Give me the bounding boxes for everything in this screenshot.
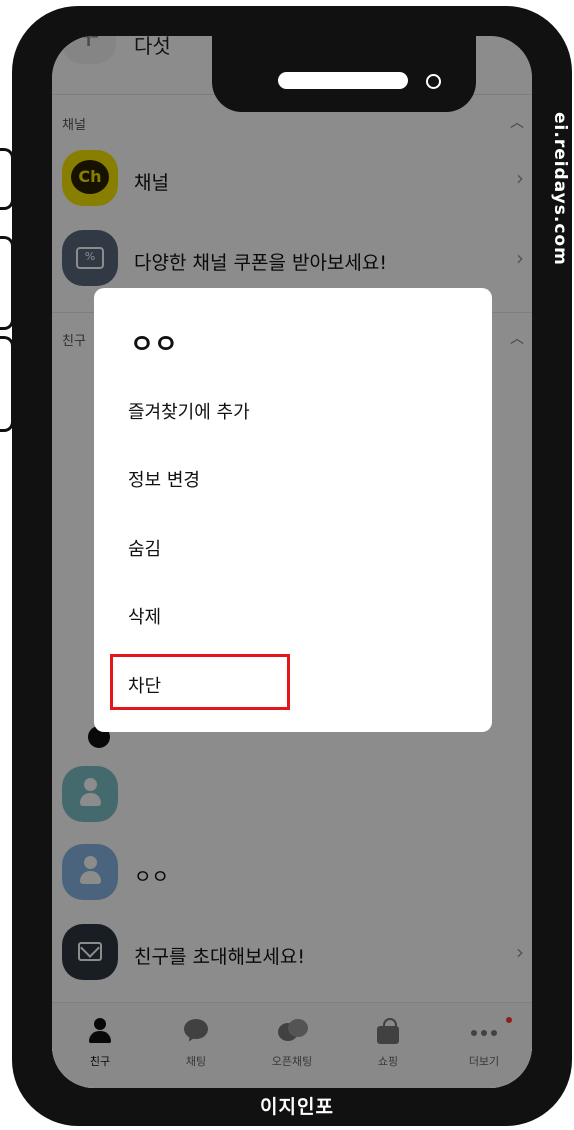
caption-label: 이지인포 <box>260 1096 334 1118</box>
watermark: ei.reidays.com <box>550 112 570 266</box>
notch <box>212 36 476 112</box>
menu-item-hide[interactable]: 숨김 <box>128 535 161 561</box>
menu-item-add-favorite[interactable]: 즐겨찾기에 추가 <box>128 398 250 424</box>
friend-options-dialog: ㅇㅇ 즐겨찾기에 추가 정보 변경 숨김 삭제 차단 <box>94 288 492 732</box>
phone-screen: + 다섯 채널 ︿ Ch 채널 › % 다양한 채널 쿠폰을 받아보세요! › … <box>52 36 532 1088</box>
menu-item-delete[interactable]: 삭제 <box>128 603 161 629</box>
menu-item-edit-info[interactable]: 정보 변경 <box>128 466 200 492</box>
speaker-icon <box>278 72 408 89</box>
dialog-title: ㅇㅇ <box>130 330 178 360</box>
camera-icon <box>426 74 441 89</box>
menu-item-block[interactable]: 차단 <box>128 672 161 698</box>
